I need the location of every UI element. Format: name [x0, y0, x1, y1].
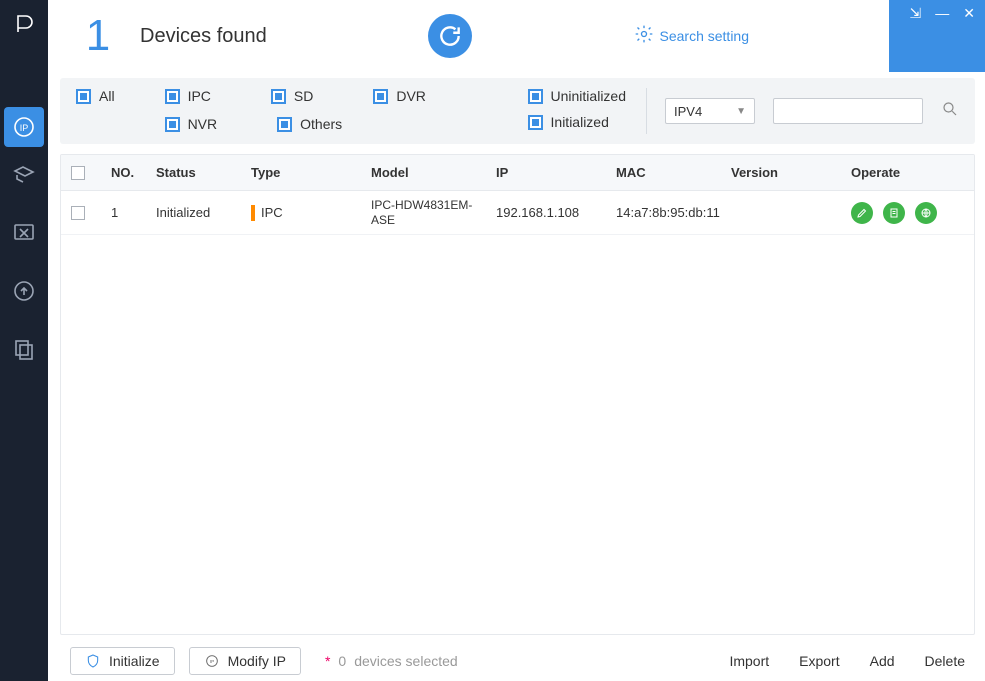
svg-text:IP: IP — [20, 123, 29, 133]
filter-others[interactable]: Others — [277, 116, 342, 132]
col-ip: IP — [496, 165, 616, 180]
select-all-checkbox[interactable] — [71, 166, 85, 180]
selected-count: 0 — [338, 653, 346, 669]
nav-template-icon[interactable] — [0, 325, 48, 373]
col-version: Version — [731, 165, 851, 180]
document-icon — [888, 207, 900, 219]
col-mac: MAC — [616, 165, 731, 180]
protocol-select[interactable]: IPV4 ▼ — [665, 98, 755, 124]
gear-icon — [634, 24, 654, 49]
col-status: Status — [156, 165, 251, 180]
detail-button[interactable] — [883, 202, 905, 224]
filter-dvr-label: DVR — [396, 88, 426, 104]
filter-bar: All IPC SD DVR NVR Others Uninitialized … — [60, 78, 975, 144]
table-row[interactable]: 1 Initialized IPC IPC-HDW4831EM-ASE 192.… — [61, 191, 974, 235]
close-icon[interactable]: ✕ — [963, 6, 975, 20]
delete-label: Delete — [925, 653, 965, 669]
filter-ipc-label: IPC — [188, 88, 211, 104]
nav-upgrade-icon[interactable] — [0, 267, 48, 315]
minimize-icon[interactable]: — — [935, 6, 949, 20]
filter-uninitialized[interactable]: Uninitialized — [528, 88, 626, 104]
modify-ip-button[interactable]: IP Modify IP — [189, 647, 301, 675]
devices-found-label: Devices found — [140, 25, 267, 48]
asterisk-icon: * — [325, 653, 330, 669]
cell-model: IPC-HDW4831EM-ASE — [371, 198, 496, 227]
window-controls: ⇲ — ✕ — [889, 0, 985, 72]
web-button[interactable] — [915, 202, 937, 224]
filter-ipc[interactable]: IPC — [165, 88, 211, 104]
filter-initialized[interactable]: Initialized — [528, 114, 626, 130]
globe-icon — [920, 207, 932, 219]
filter-initialized-label: Initialized — [551, 114, 609, 130]
cell-mac: 14:a7:8b:95:db:11 — [616, 205, 731, 220]
edit-button[interactable] — [851, 202, 873, 224]
nav-device-icon[interactable] — [0, 151, 48, 199]
cell-no: 1 — [111, 205, 156, 220]
modify-ip-label: Modify IP — [228, 653, 286, 669]
cell-type: IPC — [251, 205, 371, 221]
import-label: Import — [729, 653, 769, 669]
col-model: Model — [371, 165, 496, 180]
col-no: NO. — [111, 165, 156, 180]
filter-sd[interactable]: SD — [271, 88, 313, 104]
device-table: NO. Status Type Model IP MAC Version Ope… — [60, 154, 975, 635]
filter-uninitialized-label: Uninitialized — [551, 88, 626, 104]
search-setting-button[interactable]: Search setting — [634, 24, 750, 49]
filter-nvr-label: NVR — [188, 116, 218, 132]
pencil-icon — [856, 207, 868, 219]
selected-label: devices selected — [354, 653, 458, 669]
device-count: 1 — [68, 11, 128, 61]
nav-ip-config[interactable]: IP — [4, 107, 44, 147]
table-header: NO. Status Type Model IP MAC Version Ope… — [61, 155, 974, 191]
filter-all-label: All — [99, 88, 115, 104]
search-setting-label: Search setting — [660, 28, 750, 44]
filter-nvr[interactable]: NVR — [165, 116, 218, 132]
cell-ip: 192.168.1.108 — [496, 205, 616, 220]
col-type: Type — [251, 165, 371, 180]
cell-operate — [851, 202, 964, 224]
search-input[interactable] — [773, 98, 923, 124]
footer: Initialize IP Modify IP * 0 devices sele… — [60, 641, 975, 681]
header: 1 Devices found Search setting — [48, 0, 889, 72]
add-label: Add — [870, 653, 895, 669]
export-button[interactable]: Export — [793, 653, 839, 669]
initialize-label: Initialize — [109, 653, 160, 669]
col-operate: Operate — [851, 165, 964, 180]
ip-icon: IP — [204, 653, 220, 669]
filter-others-label: Others — [300, 116, 342, 132]
nav-tools-icon[interactable] — [0, 209, 48, 257]
filter-dvr[interactable]: DVR — [373, 88, 426, 104]
filter-sd-label: SD — [294, 88, 313, 104]
add-button[interactable]: Add — [864, 653, 895, 669]
search-icon[interactable] — [941, 100, 959, 123]
row-checkbox[interactable] — [71, 206, 85, 220]
selection-info: * 0 devices selected — [325, 653, 458, 669]
left-nav: IP — [0, 0, 48, 681]
shield-icon — [85, 653, 101, 669]
export-label: Export — [799, 653, 839, 669]
svg-text:IP: IP — [209, 659, 213, 664]
refresh-icon — [437, 23, 463, 49]
filter-all[interactable]: All — [76, 88, 115, 104]
app-logo — [0, 0, 48, 48]
initialize-button[interactable]: Initialize — [70, 647, 175, 675]
refresh-button[interactable] — [428, 14, 472, 58]
chevron-down-icon: ▼ — [736, 106, 746, 117]
protocol-selected: IPV4 — [674, 104, 702, 119]
delete-button[interactable]: Delete — [919, 653, 965, 669]
import-button[interactable]: Import — [723, 653, 769, 669]
cell-status: Initialized — [156, 205, 251, 220]
pin-icon[interactable]: ⇲ — [910, 6, 922, 20]
